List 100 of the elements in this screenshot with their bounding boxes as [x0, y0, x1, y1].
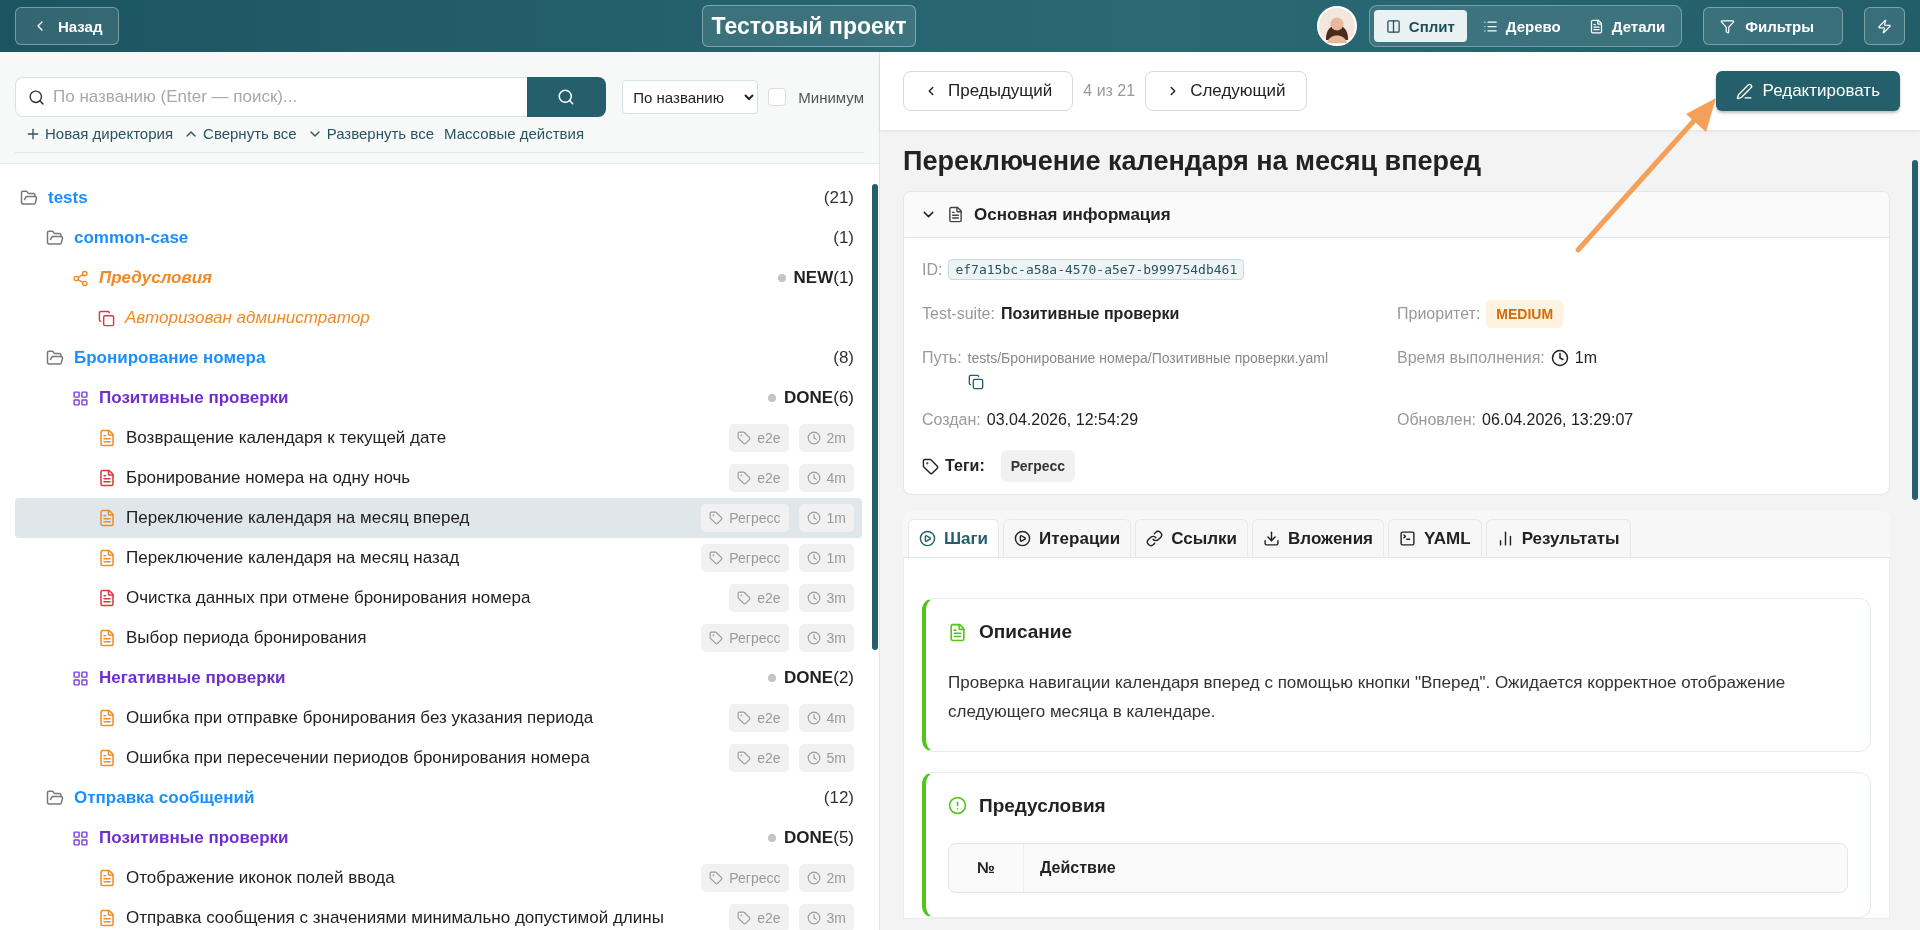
clock-icon: [806, 911, 821, 925]
filter-icon: [1720, 18, 1736, 34]
test-name: Переключение календаря на месяц вперед: [126, 508, 471, 528]
list-icon: [1482, 18, 1498, 34]
test-row[interactable]: Возвращение календаря к текущей дате e2e 2m: [15, 418, 862, 458]
tab[interactable]: Результаты: [1485, 519, 1631, 557]
column-header: №: [949, 843, 1024, 892]
tree-action-link[interactable]: Свернуть все: [183, 125, 297, 142]
folder-icon: [20, 189, 38, 207]
info-heading: Основная информация: [974, 204, 1171, 225]
tree-action-link[interactable]: Новая директория: [25, 125, 174, 142]
group-name: Предусловия: [99, 268, 214, 288]
test-row[interactable]: Переключение календаря на месяц вперед Регресс 1m: [15, 498, 862, 538]
suite-name: Негативные проверки: [99, 668, 287, 688]
status-count: NEW(1): [793, 268, 854, 288]
field-value: 03.04.2026, 12:54:29: [986, 410, 1139, 430]
info-header[interactable]: Основная информация: [904, 192, 1889, 238]
duration-text: 5m: [826, 750, 846, 766]
view-mode-toggle[interactable]: Дерево: [1470, 10, 1573, 42]
grid-icon: [72, 669, 89, 687]
columns-icon: [1385, 18, 1401, 34]
clock-icon: [806, 711, 821, 725]
play-icon: [1014, 530, 1032, 547]
tag-icon: [922, 457, 939, 475]
document-icon: [948, 622, 967, 642]
duration-text: 2m: [826, 430, 846, 446]
view-mode-toggle[interactable]: Детали: [1576, 10, 1678, 42]
test-row[interactable]: Очистка данных при отмене бронирования номера e2e 3m: [15, 578, 862, 618]
duration-text: 1m: [826, 510, 846, 526]
duration-text: 2m: [826, 870, 846, 886]
test-name: Ошибка при пересечении периодов бронирования номера: [126, 748, 591, 768]
tag-icon: [737, 911, 752, 925]
lightning-button[interactable]: [1864, 7, 1905, 45]
document-icon: [1588, 18, 1604, 34]
sort-dropdown[interactable]: По названию: [622, 80, 759, 114]
item-count: (21): [823, 188, 854, 208]
search-input[interactable]: По названию (Enter — поиск)...: [51, 86, 515, 108]
test-row[interactable]: Выбор периода бронирования Регресс 3m: [15, 618, 862, 658]
tag-text: Регресс: [729, 630, 781, 646]
tag-text: e2e: [757, 470, 781, 486]
test-row[interactable]: Бронирование номера на одну ночь e2e 4m: [15, 458, 862, 498]
tag-icon: [737, 471, 752, 485]
test-row[interactable]: Отображение иконок полей ввода Регресс 2m: [15, 858, 862, 898]
position-text: 4 из 21: [1083, 82, 1136, 100]
edit-button[interactable]: Редактировать: [1715, 71, 1900, 111]
folder-icon: [46, 789, 64, 807]
search-button[interactable]: [526, 77, 607, 117]
tag-pill: Регресс: [1000, 450, 1076, 482]
test-row[interactable]: Ошибка при отправке бронирования без указания периода e2e 4m: [15, 698, 862, 738]
status-count: DONE(5): [784, 828, 854, 848]
previous-button[interactable]: Предыдущий: [903, 71, 1074, 111]
minimum-checkbox[interactable]: [768, 88, 787, 106]
tab[interactable]: Ссылки: [1135, 519, 1249, 557]
tag-icon: [709, 631, 724, 645]
tree-action-link[interactable]: Развернуть все: [306, 125, 434, 142]
test-name: Отображение иконок полей ввода: [126, 868, 396, 888]
field-label: Время выполнения:: [1397, 348, 1545, 368]
terminal-icon: [1399, 530, 1416, 547]
tree-action-link[interactable]: Массовые действия: [444, 125, 585, 142]
clock-icon: [806, 751, 821, 765]
back-button[interactable]: Назад: [15, 7, 120, 45]
tab[interactable]: Шаги: [908, 519, 1000, 557]
test-row[interactable]: Отправка сообщения с значениями минимально допустимой длины e2e 3m: [15, 898, 862, 930]
scrollbar-thumb[interactable]: [872, 184, 878, 650]
search-icon: [28, 88, 45, 106]
tab[interactable]: YAML: [1388, 519, 1482, 557]
precondition-name: Авторизован администратор: [125, 308, 371, 328]
field-label: ID:: [922, 260, 943, 280]
copy-icon[interactable]: [967, 374, 984, 390]
suite-name: Позитивные проверки: [99, 828, 290, 848]
test-title: Переключение календаря на месяц вперед: [903, 146, 1483, 177]
alert-icon: [948, 796, 967, 816]
tag-text: Регресс: [729, 870, 781, 886]
tab[interactable]: Итерации: [1003, 519, 1132, 557]
pencil-icon: [1735, 82, 1753, 100]
search-field[interactable]: По названию (Enter — поиск)...: [15, 77, 527, 117]
scrollbar-thumb[interactable]: [1912, 160, 1918, 500]
status-count: DONE(2): [784, 668, 854, 688]
tag-text: e2e: [757, 710, 781, 726]
tag-text: e2e: [757, 750, 781, 766]
tag-icon: [709, 511, 724, 525]
tab[interactable]: Вложения: [1252, 519, 1384, 557]
view-mode-toggle[interactable]: Сплит: [1373, 10, 1467, 42]
search-icon: [557, 88, 576, 106]
clock-icon: [806, 431, 821, 445]
tag-icon: [709, 551, 724, 565]
checkbox-label: Минимум: [798, 88, 864, 106]
folder-name: Бронирование номера: [74, 348, 267, 368]
document-icon: [947, 206, 964, 223]
grid-icon: [72, 829, 89, 847]
download-icon: [1263, 530, 1281, 547]
next-button[interactable]: Следующий: [1145, 71, 1307, 111]
play-icon: [919, 530, 936, 547]
filters-button[interactable]: Фильтры: [1703, 7, 1843, 45]
avatar[interactable]: [1316, 6, 1357, 46]
tag-text: e2e: [757, 430, 781, 446]
folder-name: Отправка сообщений: [74, 788, 256, 808]
field-value: 1m: [1574, 348, 1597, 368]
test-row[interactable]: Переключение календаря на месяц назад Регресс 1m: [15, 538, 862, 578]
test-row[interactable]: Ошибка при пересечении периодов бронирования номера e2e 5m: [15, 738, 862, 778]
